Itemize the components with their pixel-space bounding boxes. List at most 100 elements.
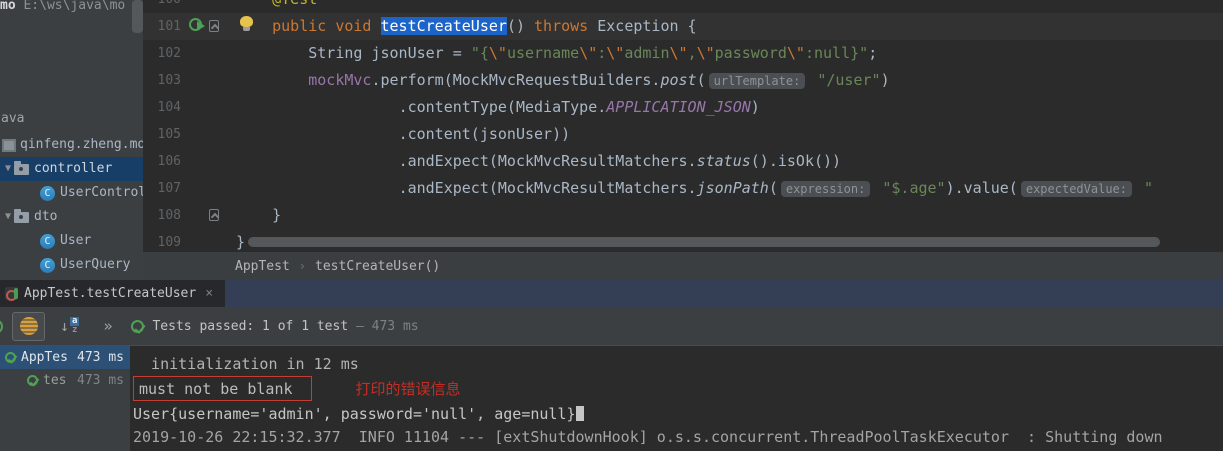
gutter-icons xyxy=(181,229,236,252)
line-number[interactable]: 105 xyxy=(143,121,181,148)
test-name: tes xyxy=(43,373,67,388)
gutter-icons xyxy=(181,40,236,67)
more-actions-button[interactable]: » xyxy=(103,317,112,335)
line-number[interactable]: 104 xyxy=(143,94,181,121)
console-line-user: User{username='admin', password='null', … xyxy=(133,403,1223,426)
code-line-107[interactable]: 107 .andExpect(MockMvcResultMatchers.jso… xyxy=(143,175,1223,202)
code-line-103[interactable]: 103 mockMvc.perform(MockMvcRequestBuilde… xyxy=(143,67,1223,94)
code-line-105[interactable]: 105 .content(jsonUser)) xyxy=(143,121,1223,148)
ignored-filter-icon xyxy=(19,317,38,335)
gutter-icons xyxy=(181,67,236,94)
intention-bulb-icon[interactable] xyxy=(240,16,253,31)
folder-icon xyxy=(14,160,29,175)
project-scrollbar-thumb[interactable] xyxy=(132,0,143,33)
expand-arrow-icon[interactable]: ▼ xyxy=(2,205,14,229)
test-name: AppTes xyxy=(21,350,68,365)
console-output: initialization in 12 ms must not be blan… xyxy=(130,346,1223,451)
project-item-userquery[interactable]: C UserQuery xyxy=(0,253,143,277)
code-line-108[interactable]: 108 } xyxy=(143,202,1223,229)
project-item-label: User xyxy=(60,233,92,248)
line-number[interactable]: 101 xyxy=(143,13,181,40)
tests-status-text: Tests passed: 1 of 1 test – 473 ms xyxy=(152,318,419,334)
line-number[interactable]: 100 xyxy=(143,0,181,13)
code-text: public void testCreateUser() throws Exce… xyxy=(272,17,697,35)
rerun-tests-icon[interactable] xyxy=(0,318,3,334)
folder-icon xyxy=(14,208,29,223)
test-tree-row[interactable]: tes 473 ms xyxy=(0,369,130,392)
code-text: .contentType(MediaType.APPLICATION_JSON) xyxy=(398,98,760,116)
code-line-104[interactable]: 104 .contentType(MediaType.APPLICATION_J… xyxy=(143,94,1223,121)
tests-status-time: – 473 ms xyxy=(355,318,419,334)
line-number[interactable]: 108 xyxy=(143,202,181,229)
tab-apptest-testcreateuser[interactable]: AppTest.testCreateUser × xyxy=(0,280,226,307)
close-tab-icon[interactable]: × xyxy=(205,286,213,301)
gutter-icons xyxy=(181,0,236,13)
show-ignored-toggle-button[interactable] xyxy=(12,311,45,341)
editor-hscrollbar-thumb[interactable] xyxy=(248,237,1160,247)
project-item-dto[interactable]: ▼ dto xyxy=(0,205,143,229)
fold-region-icon[interactable] xyxy=(209,209,219,221)
parameter-hint: expectedValue: xyxy=(1020,181,1132,197)
breadcrumb-method[interactable]: testCreateUser() xyxy=(315,259,440,274)
package-icon xyxy=(2,138,16,152)
project-tree-clipped-item[interactable]: ava xyxy=(1,108,24,130)
project-item-controller[interactable]: ▼ controller xyxy=(0,157,143,181)
line-number[interactable]: 103 xyxy=(143,67,181,94)
project-item-label: qinfeng.zheng.mo xyxy=(20,137,143,152)
line-number[interactable]: 109 xyxy=(143,229,181,252)
window-title-prefix: mo xyxy=(0,0,24,13)
code-text: @Test xyxy=(236,0,317,13)
code-text: } xyxy=(272,206,282,224)
code-text: .andExpect(MockMvcResultMatchers.status(… xyxy=(398,152,842,170)
gutter-icons xyxy=(181,13,236,40)
error-highlight-box: must not be blank xyxy=(133,376,312,401)
test-passed-icon xyxy=(5,352,16,363)
project-panel: mo E:\ws\java\mo ava qinfeng.zheng.mo ▼ co… xyxy=(0,0,143,280)
annotation-chinese-text: 打印的错误信息 xyxy=(355,380,461,398)
window-title-path: E:\ws\java\mo xyxy=(23,0,126,13)
project-item-qinfeng-zheng-mo[interactable]: qinfeng.zheng.mo xyxy=(0,133,143,157)
gutter-icons xyxy=(181,94,236,121)
project-item-label: controller xyxy=(34,161,113,176)
run-tab-label: AppTest.testCreateUser xyxy=(24,286,197,301)
parameter-hint: expression: xyxy=(780,181,871,197)
breadcrumb: AppTest › testCreateUser() xyxy=(143,252,1223,280)
run-tab-strip: AppTest.testCreateUser × xyxy=(0,280,1223,307)
gutter-icons xyxy=(181,148,236,175)
class-icon: C xyxy=(40,185,55,201)
breadcrumb-class[interactable]: AppTest xyxy=(235,259,290,274)
test-result-tree: AppTes 473 ms tes 473 ms xyxy=(0,346,130,451)
parameter-hint: urlTemplate: xyxy=(708,73,806,89)
expand-arrow-icon[interactable]: ▼ xyxy=(2,157,14,181)
tests-passed-icon xyxy=(131,319,145,333)
test-toolbar: ↓ a z » Tests passed: 1 of 1 test – 473 ms xyxy=(0,307,1223,346)
fold-region-icon[interactable] xyxy=(209,20,219,32)
console-line-log: 2019-10-26 22:15:32.377 INFO 11104 --- [… xyxy=(133,428,1163,446)
test-duration: 473 ms xyxy=(77,373,124,388)
code-line-101[interactable]: 101 public void testCreateUser() throws … xyxy=(143,13,1223,40)
project-item-usercontrol[interactable]: C UserControl xyxy=(0,181,143,205)
code-editor[interactable]: 100 @Test101 public void testCreateUser(… xyxy=(143,0,1223,252)
line-number[interactable]: 107 xyxy=(143,175,181,202)
console-caret xyxy=(575,406,584,421)
test-passed-icon xyxy=(27,375,38,386)
console-line-initialization: initialization in 12 ms xyxy=(133,355,359,373)
line-number[interactable]: 102 xyxy=(143,40,181,67)
breadcrumb-separator-icon: › xyxy=(298,259,307,273)
junit-run-config-icon xyxy=(5,287,18,301)
code-line-100[interactable]: 100 @Test xyxy=(143,0,1223,13)
test-tree-row[interactable]: AppTes 473 ms xyxy=(0,346,130,369)
project-item-user[interactable]: C User xyxy=(0,229,143,253)
gutter-icons xyxy=(181,175,236,202)
class-icon: C xyxy=(40,233,55,249)
code-text: mockMvc.perform(MockMvcRequestBuilders.p… xyxy=(308,71,890,89)
sort-alphabetically-button[interactable]: ↓ a z xyxy=(60,317,80,335)
gutter-icons xyxy=(181,121,236,148)
class-icon: C xyxy=(40,257,55,273)
code-text: String jsonUser = "{\"username\":\"admin… xyxy=(308,44,878,62)
code-text: } xyxy=(236,233,246,251)
run-test-icon[interactable] xyxy=(189,18,205,31)
line-number[interactable]: 106 xyxy=(143,148,181,175)
code-line-106[interactable]: 106 .andExpect(MockMvcResultMatchers.sta… xyxy=(143,148,1223,175)
code-line-102[interactable]: 102 String jsonUser = "{\"username\":\"a… xyxy=(143,40,1223,67)
